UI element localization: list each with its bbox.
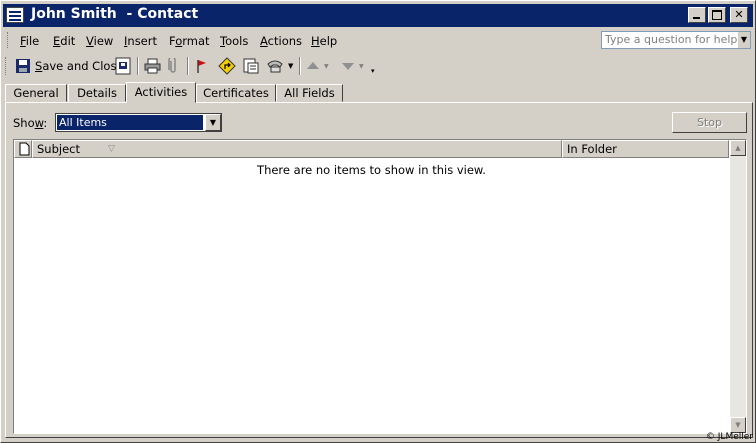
tab-certificates[interactable]: Certificates <box>196 84 276 102</box>
scroll-up-button[interactable]: ▲ <box>730 140 746 156</box>
floppy-disk-icon <box>16 59 30 73</box>
print-button[interactable] <box>144 57 161 75</box>
save-as-button[interactable] <box>115 57 132 75</box>
help-question-placeholder: Type a question for help <box>605 33 738 46</box>
window-title: John Smith - Contact <box>31 6 199 22</box>
menu-actions[interactable]: Actions <box>260 34 302 48</box>
next-item-button[interactable]: ▼ <box>341 57 364 75</box>
arrow-down-icon <box>342 63 354 70</box>
chevron-down-icon[interactable]: ▼ <box>288 62 293 70</box>
close-icon: ✕ <box>734 8 744 21</box>
menu-file[interactable]: File <box>20 34 39 48</box>
calendar-icon <box>243 58 259 74</box>
previous-item-button[interactable]: ▼ <box>306 57 329 75</box>
scroll-down-button[interactable]: ▼ <box>730 417 746 433</box>
insert-file-button[interactable] <box>167 57 179 75</box>
activities-list[interactable]: Subject ▽ In Folder There are no items t… <box>13 139 747 434</box>
stop-button[interactable]: Stop <box>672 112 747 133</box>
maximize-icon <box>712 10 722 20</box>
toolbar-separator <box>187 57 189 75</box>
tab-details[interactable]: Details <box>68 84 126 102</box>
menu-grip[interactable] <box>7 32 11 48</box>
toolbar-separator <box>137 57 139 75</box>
show-label: Show: <box>13 116 48 130</box>
close-button[interactable]: ✕ <box>730 7 748 23</box>
chevron-down-icon[interactable]: ▼ <box>205 114 221 131</box>
menu-edit[interactable]: Edit <box>53 34 75 48</box>
menu-format[interactable]: Format <box>169 34 210 48</box>
save-attachment-icon <box>115 57 131 75</box>
help-question-box[interactable]: Type a question for help ▼ <box>601 31 751 49</box>
paperclip-icon <box>168 58 176 73</box>
activities-panel: Show: All Items ▼ Stop Subject ▽ In Fold… <box>5 102 753 438</box>
show-filter-select[interactable]: All Items ▼ <box>55 113 222 132</box>
flag-icon <box>197 60 206 73</box>
arrow-up-icon <box>307 62 319 69</box>
contact-card-icon <box>6 7 24 23</box>
chevron-down-icon: ▾ <box>371 67 375 75</box>
minimize-button[interactable] <box>688 7 706 23</box>
telephone-icon <box>267 60 283 73</box>
road-sign-icon <box>218 57 236 75</box>
vertical-scrollbar[interactable]: ▲ ▼ <box>730 140 746 433</box>
display-map-button[interactable] <box>218 57 236 75</box>
chevron-down-icon[interactable]: ▼ <box>324 63 329 70</box>
subject-column-header[interactable]: Subject ▽ <box>32 140 562 158</box>
sort-indicator-icon: ▽ <box>108 144 115 154</box>
chevron-down-icon[interactable]: ▼ <box>359 63 364 70</box>
minimize-icon <box>693 17 700 19</box>
toolbar-grip[interactable] <box>5 57 9 75</box>
document-icon <box>19 142 30 156</box>
list-header: Subject ▽ In Folder <box>14 140 729 158</box>
chevron-down-icon[interactable]: ▼ <box>738 32 750 48</box>
tab-activities[interactable]: Activities <box>126 82 196 103</box>
toolbar-options-button[interactable]: ▾ <box>371 62 375 80</box>
call-contact-button[interactable]: ▼ <box>266 57 293 75</box>
save-and-close-button[interactable]: Save and Close <box>15 57 124 75</box>
new-meeting-button[interactable] <box>242 57 260 75</box>
tab-all-fields[interactable]: All Fields <box>276 84 343 102</box>
menu-tools[interactable]: Tools <box>220 34 248 48</box>
maximize-button[interactable] <box>708 7 726 23</box>
printer-icon <box>144 58 161 74</box>
title-bar[interactable]: John Smith - Contact ✕ <box>3 4 753 27</box>
item-type-column[interactable] <box>14 140 32 158</box>
menu-help[interactable]: Help <box>311 34 337 48</box>
follow-up-button[interactable] <box>195 57 209 75</box>
menu-view[interactable]: View <box>86 34 113 48</box>
show-filter-value: All Items <box>56 114 204 131</box>
tab-general[interactable]: General <box>5 84 67 102</box>
standard-toolbar: Save and Close ▼ ▼ ▼ ▾ <box>5 54 383 80</box>
toolbar-separator <box>299 57 301 75</box>
menu-insert[interactable]: Insert <box>124 34 157 48</box>
in-folder-column-header[interactable]: In Folder <box>562 140 729 158</box>
contact-window: John Smith - Contact ✕ File Edit View In… <box>0 0 756 443</box>
copyright-watermark: © JLMeller <box>705 432 753 442</box>
empty-list-message: There are no items to show in this view. <box>257 163 486 177</box>
